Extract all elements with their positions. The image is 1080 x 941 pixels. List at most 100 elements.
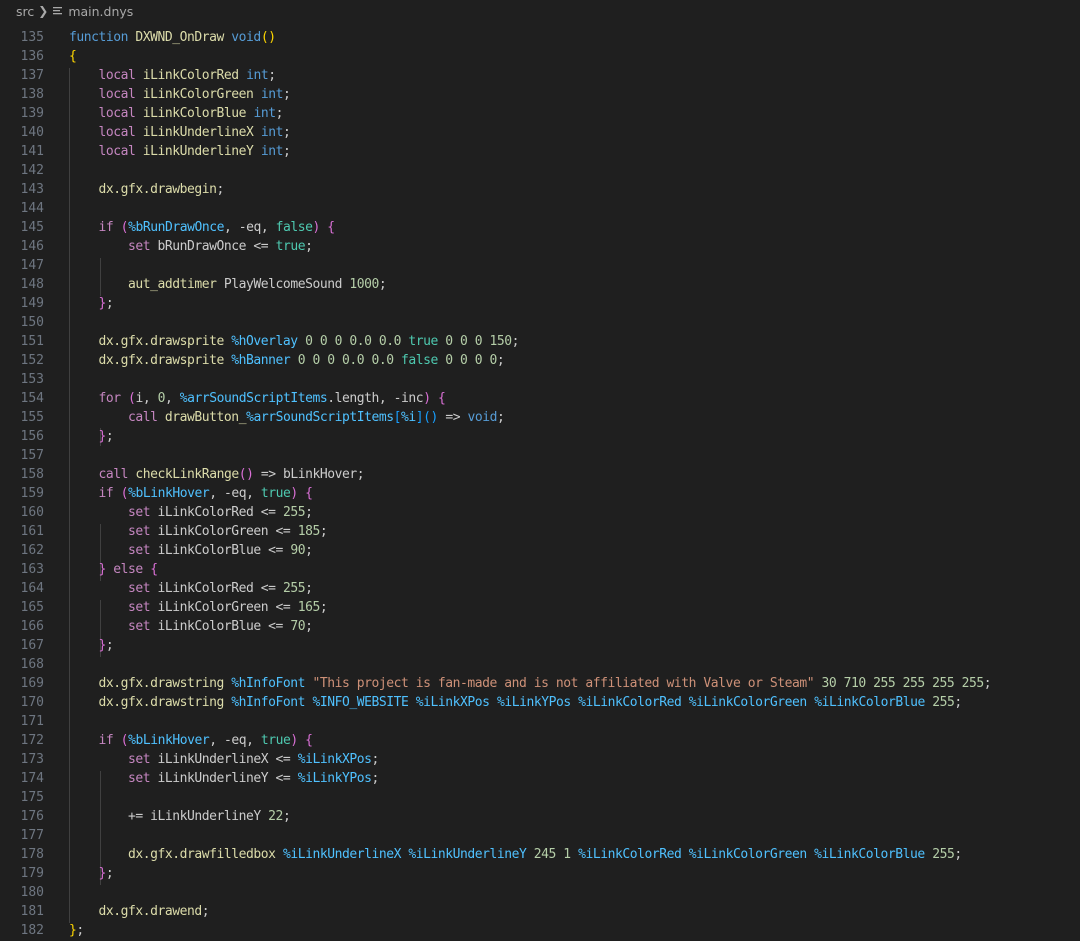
code-text: set iLinkColorGreen <= 185;: [69, 522, 328, 541]
code-text: };: [69, 427, 114, 446]
code-line[interactable]: 142: [0, 161, 1080, 180]
code-line[interactable]: 144: [0, 199, 1080, 218]
code-line[interactable]: 160 set iLinkColorRed <= 255;: [0, 503, 1080, 522]
code-token: %arrSoundScriptItems: [179, 391, 328, 406]
code-line[interactable]: 150: [0, 313, 1080, 332]
code-text: local iLinkUnderlineY int;: [69, 142, 291, 161]
code-line[interactable]: 136 {: [0, 47, 1080, 66]
code-line[interactable]: 165 set iLinkColorGreen <= 165;: [0, 598, 1080, 617]
code-line[interactable]: 171: [0, 712, 1080, 731]
code-line[interactable]: 169 dx.gfx.drawstring %hInfoFont "This p…: [0, 674, 1080, 693]
code-line[interactable]: 140 local iLinkUnderlineX int;: [0, 123, 1080, 142]
code-line[interactable]: 164 set iLinkColorRed <= 255;: [0, 579, 1080, 598]
code-token: int: [260, 144, 284, 159]
code-line[interactable]: 172 if (%bLinkHover, -eq, true) {: [0, 731, 1080, 750]
code-line[interactable]: 159 if (%bLinkHover, -eq, true) {: [0, 484, 1080, 503]
code-token: local: [98, 87, 136, 102]
code-token: false: [401, 353, 438, 368]
code-token: dx.gfx.drawend: [98, 904, 203, 919]
code-line[interactable]: 158 call checkLinkRange() => bLinkHover;: [0, 465, 1080, 484]
code-line[interactable]: 157: [0, 446, 1080, 465]
code-token: 22: [268, 809, 283, 824]
code-line[interactable]: 168: [0, 655, 1080, 674]
code-token: ;: [282, 125, 291, 140]
code-line[interactable]: 179 };: [0, 864, 1080, 883]
code-line[interactable]: 181 dx.gfx.drawend;: [0, 902, 1080, 921]
code-line[interactable]: 173 set iLinkUnderlineX <= %iLinkXPos;: [0, 750, 1080, 769]
breadcrumb-folder[interactable]: src: [16, 4, 34, 19]
code-token: iLinkColorRed: [135, 68, 247, 83]
line-number: 171: [20, 714, 44, 729]
code-line[interactable]: 152 dx.gfx.drawsprite %hBanner 0 0 0 0.0…: [0, 351, 1080, 370]
code-token: true: [260, 733, 291, 748]
line-number: 135: [20, 30, 44, 45]
code-token: {: [327, 220, 335, 235]
code-token: {: [150, 562, 158, 577]
line-number: 138: [20, 87, 44, 102]
code-editor[interactable]: 135 function DXWND_OnDraw void() 136{137 l…: [0, 22, 1080, 941]
line-number: 154: [20, 391, 44, 406]
code-line[interactable]: 161 set iLinkColorGreen <= 185;: [0, 522, 1080, 541]
code-line[interactable]: 177: [0, 826, 1080, 845]
code-line[interactable]: 178 dx.gfx.drawfilledbox %iLinkUnderline…: [0, 845, 1080, 864]
code-line[interactable]: 154 for (i, 0, %arrSoundScriptItems.leng…: [0, 389, 1080, 408]
code-line[interactable]: 163 } else {: [0, 560, 1080, 579]
line-number: 173: [20, 752, 44, 767]
code-line[interactable]: 141 local iLinkUnderlineY int;: [0, 142, 1080, 161]
code-token: (: [120, 733, 129, 748]
code-token: checkLinkRange: [135, 467, 239, 482]
code-token: {: [305, 733, 313, 748]
code-text: set iLinkUnderlineY <= %iLinkYPos;: [69, 769, 379, 788]
code-line[interactable]: 139 local iLinkColorBlue int;: [0, 104, 1080, 123]
line-number: 182: [20, 923, 44, 938]
code-line[interactable]: 143 dx.gfx.drawbegin;: [0, 180, 1080, 199]
code-line[interactable]: 137 local iLinkColorRed int;: [0, 66, 1080, 85]
code-line[interactable]: 155 call drawButton_%arrSoundScriptItems…: [0, 408, 1080, 427]
code-text: dx.gfx.drawsprite %hBanner 0 0 0 0.0 0.0…: [69, 351, 505, 370]
code-text: call checkLinkRange() => bLinkHover;: [69, 465, 365, 484]
code-line[interactable]: 135 function DXWND_OnDraw void(): [0, 28, 1080, 47]
code-token: true: [408, 334, 438, 349]
code-line[interactable]: 148 aut_addtimer PlayWelcomeSound 1000;: [0, 275, 1080, 294]
code-token: %iLinkUnderlineY: [408, 847, 527, 862]
code-text: += iLinkUnderlineY 22;: [69, 807, 291, 826]
code-token: ;: [282, 144, 291, 159]
file-lines-icon: [53, 6, 65, 16]
code-text: local iLinkColorGreen int;: [69, 85, 291, 104]
code-line[interactable]: 180: [0, 883, 1080, 902]
code-line[interactable]: 147: [0, 256, 1080, 275]
code-line[interactable]: 156 };: [0, 427, 1080, 446]
code-text: dx.gfx.drawfilledbox %iLinkUnderlineX %i…: [69, 845, 962, 864]
code-token: if: [98, 220, 114, 235]
code-text: };: [69, 864, 114, 883]
breadcrumb-file[interactable]: main.dnys: [68, 4, 133, 19]
code-line[interactable]: 170 dx.gfx.drawstring %hInfoFont %INFO_W…: [0, 693, 1080, 712]
code-line[interactable]: 151 dx.gfx.drawsprite %hOverlay 0 0 0 0.…: [0, 332, 1080, 351]
code-line[interactable]: 182};: [0, 921, 1080, 940]
code-line[interactable]: 153: [0, 370, 1080, 389]
code-line[interactable]: 146 set bRunDrawOnce <= true;: [0, 237, 1080, 256]
code-line[interactable]: 175: [0, 788, 1080, 807]
code-line[interactable]: 166 set iLinkColorBlue <= 70;: [0, 617, 1080, 636]
code-text: set iLinkUnderlineX <= %iLinkXPos;: [69, 750, 379, 769]
code-line[interactable]: 167 };: [0, 636, 1080, 655]
code-line[interactable]: 149 };: [0, 294, 1080, 313]
code-token: ;: [511, 334, 520, 349]
line-number: 150: [20, 315, 44, 330]
code-line[interactable]: 162 set iLinkColorBlue <= 90;: [0, 541, 1080, 560]
code-line[interactable]: 145 if (%bRunDrawOnce, -eq, false) {: [0, 218, 1080, 237]
code-line[interactable]: 138 local iLinkColorGreen int;: [0, 85, 1080, 104]
code-token: %iLinkColorRed: [578, 847, 682, 862]
code-line[interactable]: 174 set iLinkUnderlineY <= %iLinkYPos;: [0, 769, 1080, 788]
code-line[interactable]: 176 += iLinkUnderlineY 22;: [0, 807, 1080, 826]
code-token: local: [98, 68, 136, 83]
code-token: %bLinkHover: [128, 486, 210, 501]
